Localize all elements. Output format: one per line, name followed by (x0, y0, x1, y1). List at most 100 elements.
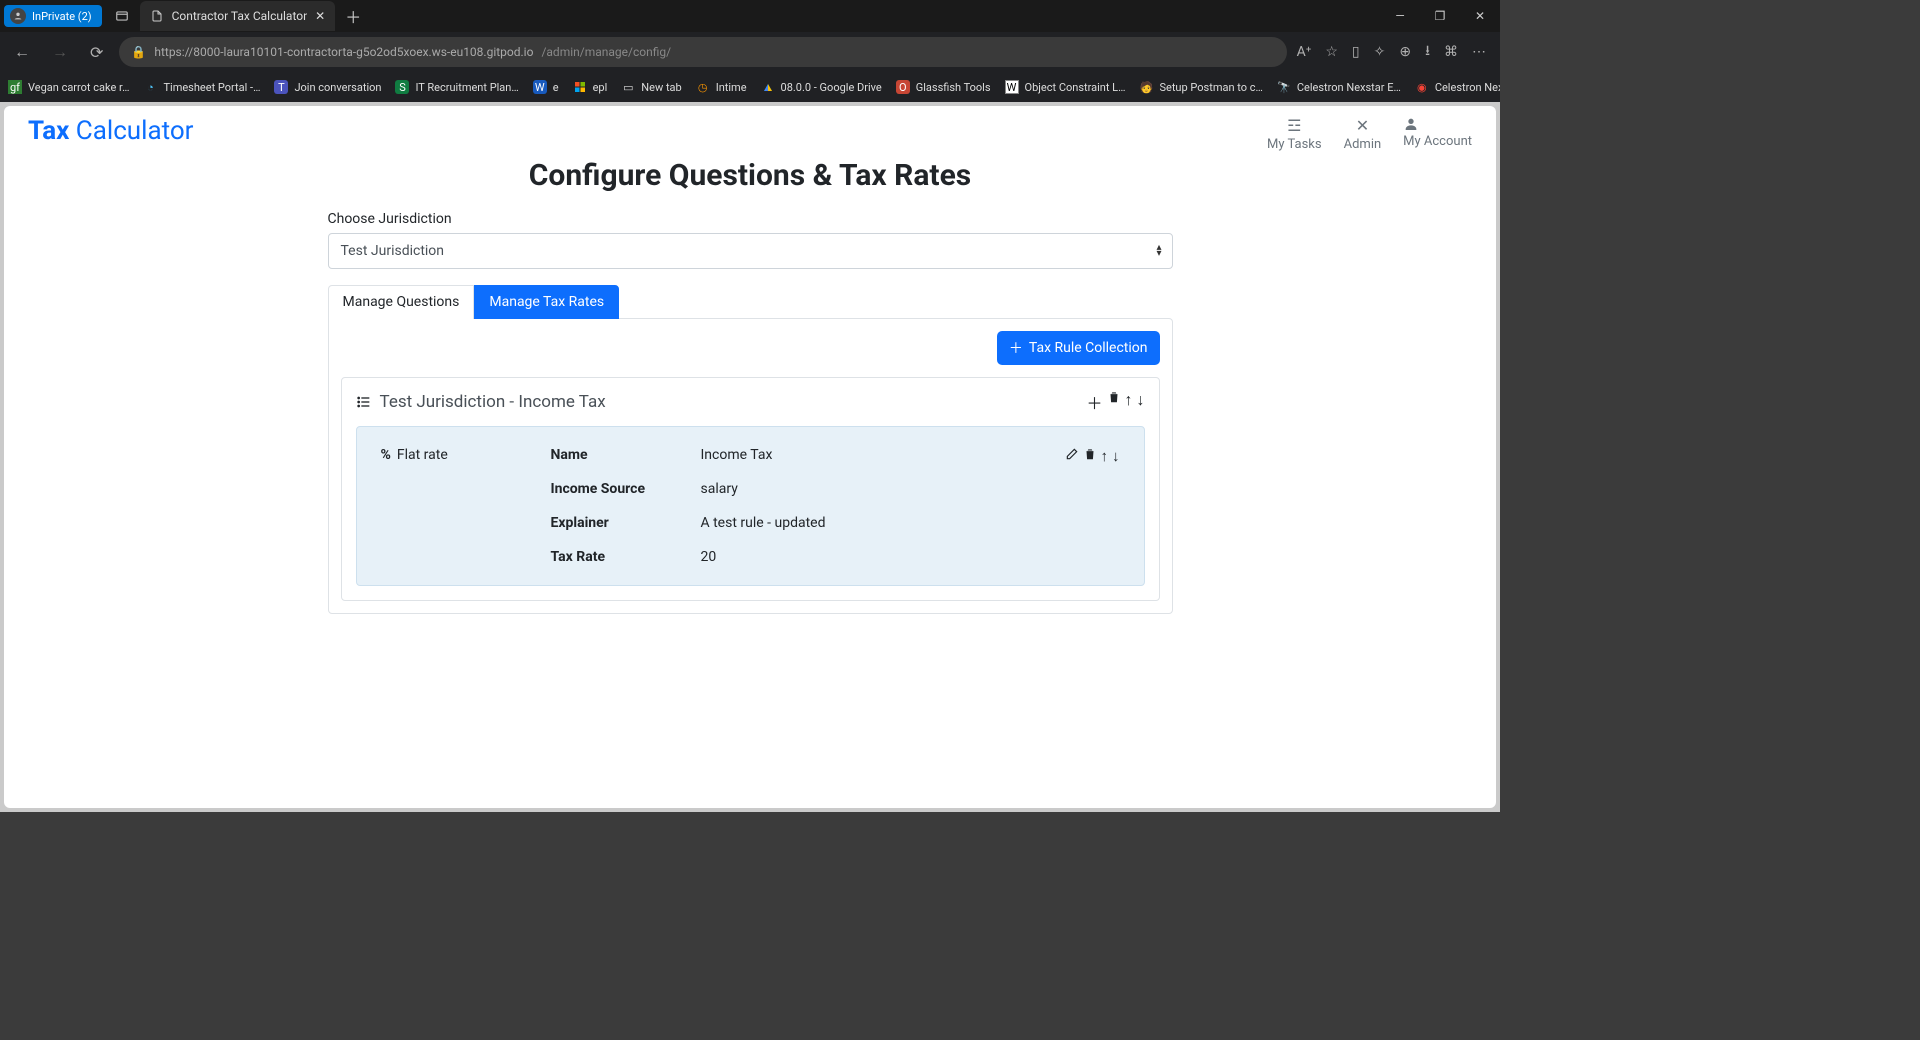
app-header: Tax Calculator ☲ My Tasks ✕ Admin My Acc… (28, 116, 1472, 152)
add-tax-rule-collection-button[interactable]: ＋ Tax Rule Collection (997, 331, 1160, 365)
nav-admin[interactable]: ✕ Admin (1344, 116, 1382, 152)
rule-card-header: Test Jurisdiction - Income Tax ＋ ↑ ↓ (342, 378, 1159, 426)
favorite-icon[interactable]: ☆ (1325, 44, 1338, 60)
nav-label: My Account (1403, 134, 1472, 149)
field-key: Explainer (551, 515, 701, 531)
edit-rule-icon[interactable] (1065, 447, 1079, 565)
select-caret-icon: ▴▾ (1156, 245, 1161, 257)
browser-tab-active[interactable]: Contractor Tax Calculator ✕ (140, 1, 336, 31)
nav-label: My Tasks (1267, 137, 1322, 152)
rule-row-name: Name Income Tax (551, 447, 1025, 463)
list-icon: ☲ (1267, 116, 1322, 135)
rule-fields: Name Income Tax Income Source salary Exp… (551, 447, 1025, 565)
favorites-list-icon[interactable]: ✧ (1374, 44, 1386, 60)
bookmark-item[interactable]: OGlassfish Tools (896, 80, 991, 94)
tab-manage-questions[interactable]: Manage Questions (328, 285, 475, 319)
reload-button[interactable]: ⟳ (84, 39, 109, 66)
browser-toolbar: ← → ⟳ 🔒 https://8000-laura10101-contract… (0, 32, 1500, 72)
nav-my-account[interactable]: My Account (1403, 116, 1472, 152)
bookmark-item[interactable]: gfVegan carrot cake r… (8, 80, 129, 94)
delete-rule-icon[interactable] (1083, 447, 1097, 565)
field-value: 20 (701, 549, 717, 565)
rule-body: % Flat rate Name Income Tax Income Sourc… (356, 426, 1145, 586)
move-rule-down-icon[interactable]: ↓ (1112, 447, 1120, 565)
field-key: Name (551, 447, 701, 463)
window-controls: — ❐ ✕ (1380, 0, 1500, 32)
header-nav: ☲ My Tasks ✕ Admin My Account (1267, 116, 1472, 152)
rule-item-actions: ↑ ↓ (1065, 447, 1120, 565)
tab-panel: ＋ Tax Rule Collection Test Jurisdiction … (328, 318, 1173, 614)
collections-icon[interactable]: ⊕ (1399, 44, 1411, 60)
percent-icon: % (381, 447, 391, 463)
bookmark-item[interactable]: ◉Celestron NexStar E… (1415, 80, 1500, 94)
field-key: Tax Rate (551, 549, 701, 565)
rule-type-label: Flat rate (397, 447, 448, 463)
brand-part1: Tax (28, 116, 69, 146)
downloads-icon[interactable]: ⭳ (1425, 40, 1430, 64)
move-up-icon[interactable]: ↑ (1125, 390, 1133, 414)
read-aloud-icon[interactable]: A⁺ (1297, 44, 1312, 60)
rule-card-title: Test Jurisdiction - Income Tax (380, 392, 606, 412)
browser-chrome: InPrivate (2) Contractor Tax Calculator … (0, 0, 1500, 102)
rule-type: % Flat rate (381, 447, 511, 565)
new-tab-button[interactable]: ＋ (345, 4, 361, 28)
split-icon[interactable]: ▯ (1352, 44, 1360, 60)
extensions-icon[interactable]: ⌘ (1444, 44, 1458, 60)
lock-icon: 🔒 (131, 45, 146, 59)
bookmark-item[interactable]: WObject Constraint L… (1005, 80, 1126, 94)
field-value: A test rule - updated (701, 515, 826, 531)
app-viewport: Tax Calculator ☲ My Tasks ✕ Admin My Acc… (0, 102, 1500, 812)
bookmark-item[interactable]: ▭New tab (621, 80, 681, 94)
user-icon (1403, 116, 1472, 132)
bookmark-item[interactable]: epl (573, 80, 608, 94)
add-rule-icon[interactable]: ＋ (1086, 390, 1102, 414)
inprivate-avatar-icon (10, 8, 26, 24)
bookmark-item[interactable]: SIT Recruitment Plan… (395, 80, 518, 94)
tabs: Manage Questions Manage Tax Rates (328, 285, 1173, 319)
tab-favicon-icon (150, 9, 164, 23)
bookmark-item[interactable]: ◔Timesheet Portal -… (143, 80, 260, 94)
app-brand[interactable]: Tax Calculator (28, 116, 194, 146)
bookmark-item[interactable]: ◷Intime (696, 80, 747, 94)
rule-collection-card: Test Jurisdiction - Income Tax ＋ ↑ ↓ (341, 377, 1160, 601)
rule-row-explainer: Explainer A test rule - updated (551, 515, 1025, 531)
rule-row-income-source: Income Source salary (551, 481, 1025, 497)
delete-collection-icon[interactable] (1107, 390, 1121, 414)
app-page: Tax Calculator ☲ My Tasks ✕ Admin My Acc… (4, 106, 1496, 808)
window-restore-icon[interactable]: ❐ (1420, 0, 1460, 32)
bookmark-item[interactable]: 🧑Setup Postman to c… (1139, 80, 1262, 94)
move-rule-up-icon[interactable]: ↑ (1101, 447, 1109, 565)
address-bar[interactable]: 🔒 https://8000-laura10101-contractorta-g… (119, 37, 1286, 67)
bookmark-item[interactable]: TJoin conversation (274, 80, 381, 94)
field-key: Income Source (551, 481, 701, 497)
tab-strip: InPrivate (2) Contractor Tax Calculator … (0, 0, 1500, 32)
brand-part2: Calculator (69, 116, 193, 146)
tab-manage-tax-rates[interactable]: Manage Tax Rates (474, 285, 619, 319)
menu-icon[interactable]: ⋯ (1472, 44, 1486, 60)
bookmark-item[interactable]: 08.0.0 - Google Drive (761, 80, 882, 94)
jurisdiction-label: Choose Jurisdiction (328, 211, 1173, 227)
plus-icon: ＋ (1009, 338, 1023, 358)
bookmark-item[interactable]: We (533, 80, 559, 94)
tab-title: Contractor Tax Calculator (172, 9, 308, 23)
page-title: Configure Questions & Tax Rates (28, 158, 1472, 193)
button-label: Tax Rule Collection (1029, 340, 1148, 356)
nav-my-tasks[interactable]: ☲ My Tasks (1267, 116, 1322, 152)
jurisdiction-select[interactable]: Test Jurisdiction ▴▾ (328, 233, 1173, 269)
rule-card-actions: ＋ ↑ ↓ (1086, 390, 1144, 414)
tab-close-icon[interactable]: ✕ (315, 9, 325, 23)
window-close-icon[interactable]: ✕ (1460, 0, 1500, 32)
tab-overview-icon[interactable] (112, 6, 132, 26)
window-minimize-icon[interactable]: — (1380, 0, 1420, 32)
move-down-icon[interactable]: ↓ (1137, 390, 1145, 414)
content: Choose Jurisdiction Test Jurisdiction ▴▾… (328, 211, 1173, 614)
url-path: /admin/manage/config/ (541, 45, 671, 59)
tools-icon: ✕ (1344, 116, 1382, 135)
back-button[interactable]: ← (8, 38, 36, 66)
bookmark-item[interactable]: 🔭Celestron Nexstar E… (1277, 80, 1401, 94)
field-value: Income Tax (701, 447, 773, 463)
jurisdiction-value: Test Jurisdiction (341, 243, 445, 259)
toolbar-right: A⁺ ☆ ▯ ✧ ⊕ ⭳ ⌘ ⋯ (1297, 40, 1492, 64)
inprivate-label: InPrivate (2) (32, 10, 92, 23)
inprivate-badge[interactable]: InPrivate (2) (4, 5, 102, 27)
